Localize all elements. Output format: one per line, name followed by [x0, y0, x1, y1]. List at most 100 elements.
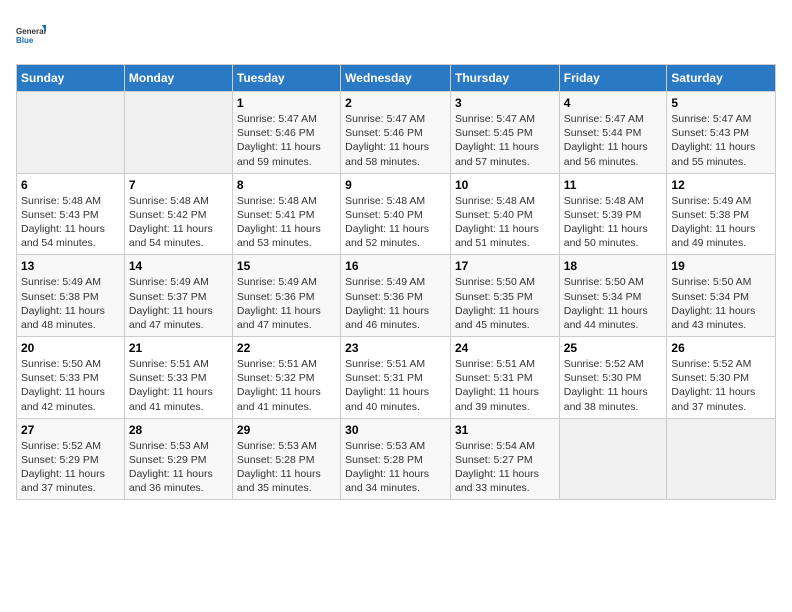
day-info: Sunrise: 5:47 AMSunset: 5:46 PMDaylight:… [237, 112, 336, 169]
day-info: Sunrise: 5:50 AMSunset: 5:34 PMDaylight:… [671, 275, 771, 332]
day-info: Sunrise: 5:52 AMSunset: 5:30 PMDaylight:… [564, 357, 663, 414]
day-info: Sunrise: 5:51 AMSunset: 5:31 PMDaylight:… [455, 357, 555, 414]
day-number: 21 [129, 341, 228, 355]
calendar-cell: 4Sunrise: 5:47 AMSunset: 5:44 PMDaylight… [559, 92, 667, 174]
calendar-cell [667, 418, 776, 500]
logo-svg: General Blue [16, 16, 46, 54]
day-number: 27 [21, 423, 120, 437]
day-number: 5 [671, 96, 771, 110]
day-number: 24 [455, 341, 555, 355]
day-info: Sunrise: 5:49 AMSunset: 5:36 PMDaylight:… [345, 275, 446, 332]
logo: General Blue [16, 16, 46, 54]
day-number: 20 [21, 341, 120, 355]
day-info: Sunrise: 5:48 AMSunset: 5:43 PMDaylight:… [21, 194, 120, 251]
day-info: Sunrise: 5:48 AMSunset: 5:42 PMDaylight:… [129, 194, 228, 251]
day-info: Sunrise: 5:47 AMSunset: 5:46 PMDaylight:… [345, 112, 446, 169]
calendar-cell: 23 Sunrise: 5:51 AMSunset: 5:31 PMDayligh… [341, 337, 451, 419]
calendar-cell: 27Sunrise: 5:52 AMSunset: 5:29 PMDayligh… [17, 418, 125, 500]
day-info: Sunrise: 5:47 AMSunset: 5:44 PMDaylight:… [564, 112, 663, 169]
svg-text:Blue: Blue [16, 36, 34, 45]
day-info: Sunrise: 5:49 AMSunset: 5:37 PMDaylight:… [129, 275, 228, 332]
day-number: 31 [455, 423, 555, 437]
day-info: Sunrise: 5:49 AMSunset: 5:36 PMDaylight:… [237, 275, 336, 332]
day-info: Sunrise: 5:48 AMSunset: 5:40 PMDaylight:… [345, 194, 446, 251]
day-number: 13 [21, 259, 120, 273]
day-number: 8 [237, 178, 336, 192]
calendar-cell: 2 Sunrise: 5:47 AMSunset: 5:46 PMDaylight… [341, 92, 451, 174]
calendar-cell: 15 Sunrise: 5:49 AMSunset: 5:36 PMDayligh… [232, 255, 340, 337]
calendar-cell: 28 Sunrise: 5:53 AMSunset: 5:29 PMDayligh… [124, 418, 232, 500]
day-number: 26 [671, 341, 771, 355]
day-info: Sunrise: 5:49 AMSunset: 5:38 PMDaylight:… [671, 194, 771, 251]
day-info: Sunrise: 5:48 AMSunset: 5:39 PMDaylight:… [564, 194, 663, 251]
header-saturday: Saturday [667, 65, 776, 92]
calendar-cell: 5 Sunrise: 5:47 AMSunset: 5:43 PMDaylight… [667, 92, 776, 174]
calendar-cell: 7 Sunrise: 5:48 AMSunset: 5:42 PMDaylight… [124, 173, 232, 255]
day-number: 7 [129, 178, 228, 192]
day-info: Sunrise: 5:53 AMSunset: 5:28 PMDaylight:… [345, 439, 446, 496]
header-monday: Monday [124, 65, 232, 92]
header-tuesday: Tuesday [232, 65, 340, 92]
calendar-week-1: 1 Sunrise: 5:47 AMSunset: 5:46 PMDaylight… [17, 92, 776, 174]
header-sunday: Sunday [17, 65, 125, 92]
day-info: Sunrise: 5:50 AMSunset: 5:35 PMDaylight:… [455, 275, 555, 332]
day-info: Sunrise: 5:50 AMSunset: 5:33 PMDaylight:… [21, 357, 120, 414]
day-info: Sunrise: 5:51 AMSunset: 5:31 PMDaylight:… [345, 357, 446, 414]
calendar-cell: 22Sunrise: 5:51 AMSunset: 5:32 PMDayligh… [232, 337, 340, 419]
page-header: General Blue [16, 16, 776, 54]
calendar-cell: 21Sunrise: 5:51 AMSunset: 5:33 PMDayligh… [124, 337, 232, 419]
calendar-cell: 25 Sunrise: 5:52 AMSunset: 5:30 PMDayligh… [559, 337, 667, 419]
calendar-cell: 19 Sunrise: 5:50 AMSunset: 5:34 PMDayligh… [667, 255, 776, 337]
calendar-cell: 17Sunrise: 5:50 AMSunset: 5:35 PMDayligh… [450, 255, 559, 337]
calendar-cell: 11 Sunrise: 5:48 AMSunset: 5:39 PMDayligh… [559, 173, 667, 255]
calendar-cell [124, 92, 232, 174]
calendar-cell: 16Sunrise: 5:49 AMSunset: 5:36 PMDayligh… [341, 255, 451, 337]
day-number: 3 [455, 96, 555, 110]
calendar-cell: 29 Sunrise: 5:53 AMSunset: 5:28 PMDayligh… [232, 418, 340, 500]
day-info: Sunrise: 5:49 AMSunset: 5:38 PMDaylight:… [21, 275, 120, 332]
calendar-week-4: 20 Sunrise: 5:50 AMSunset: 5:33 PMDayligh… [17, 337, 776, 419]
day-info: Sunrise: 5:50 AMSunset: 5:34 PMDaylight:… [564, 275, 663, 332]
day-info: Sunrise: 5:53 AMSunset: 5:28 PMDaylight:… [237, 439, 336, 496]
calendar-cell: 14 Sunrise: 5:49 AMSunset: 5:37 PMDayligh… [124, 255, 232, 337]
day-number: 25 [564, 341, 663, 355]
calendar-week-2: 6 Sunrise: 5:48 AMSunset: 5:43 PMDaylight… [17, 173, 776, 255]
calendar-cell: 9 Sunrise: 5:48 AMSunset: 5:40 PMDaylight… [341, 173, 451, 255]
calendar-cell: 13 Sunrise: 5:49 AMSunset: 5:38 PMDayligh… [17, 255, 125, 337]
calendar-cell: 12Sunrise: 5:49 AMSunset: 5:38 PMDayligh… [667, 173, 776, 255]
day-number: 19 [671, 259, 771, 273]
calendar-cell: 31 Sunrise: 5:54 AMSunset: 5:27 PMDayligh… [450, 418, 559, 500]
calendar-cell: 20 Sunrise: 5:50 AMSunset: 5:33 PMDayligh… [17, 337, 125, 419]
calendar-cell: 10Sunrise: 5:48 AMSunset: 5:40 PMDayligh… [450, 173, 559, 255]
day-number: 18 [564, 259, 663, 273]
day-number: 28 [129, 423, 228, 437]
day-info: Sunrise: 5:54 AMSunset: 5:27 PMDaylight:… [455, 439, 555, 496]
calendar-cell [17, 92, 125, 174]
calendar-cell: 24 Sunrise: 5:51 AMSunset: 5:31 PMDayligh… [450, 337, 559, 419]
header-wednesday: Wednesday [341, 65, 451, 92]
calendar-header-row: SundayMondayTuesdayWednesdayThursdayFrid… [17, 65, 776, 92]
calendar-table: SundayMondayTuesdayWednesdayThursdayFrid… [16, 64, 776, 500]
day-info: Sunrise: 5:47 AMSunset: 5:43 PMDaylight:… [671, 112, 771, 169]
day-info: Sunrise: 5:53 AMSunset: 5:29 PMDaylight:… [129, 439, 228, 496]
day-number: 9 [345, 178, 446, 192]
calendar-cell [559, 418, 667, 500]
calendar-week-5: 27Sunrise: 5:52 AMSunset: 5:29 PMDayligh… [17, 418, 776, 500]
day-number: 15 [237, 259, 336, 273]
day-info: Sunrise: 5:47 AMSunset: 5:45 PMDaylight:… [455, 112, 555, 169]
day-number: 10 [455, 178, 555, 192]
calendar-cell: 8 Sunrise: 5:48 AMSunset: 5:41 PMDaylight… [232, 173, 340, 255]
day-number: 11 [564, 178, 663, 192]
day-info: Sunrise: 5:48 AMSunset: 5:41 PMDaylight:… [237, 194, 336, 251]
day-number: 1 [237, 96, 336, 110]
calendar-cell: 3 Sunrise: 5:47 AMSunset: 5:45 PMDaylight… [450, 92, 559, 174]
day-info: Sunrise: 5:51 AMSunset: 5:32 PMDaylight:… [237, 357, 336, 414]
day-number: 14 [129, 259, 228, 273]
day-number: 23 [345, 341, 446, 355]
calendar-week-3: 13 Sunrise: 5:49 AMSunset: 5:38 PMDayligh… [17, 255, 776, 337]
calendar-cell: 30Sunrise: 5:53 AMSunset: 5:28 PMDayligh… [341, 418, 451, 500]
day-number: 6 [21, 178, 120, 192]
day-number: 29 [237, 423, 336, 437]
day-number: 2 [345, 96, 446, 110]
day-info: Sunrise: 5:52 AMSunset: 5:30 PMDaylight:… [671, 357, 771, 414]
